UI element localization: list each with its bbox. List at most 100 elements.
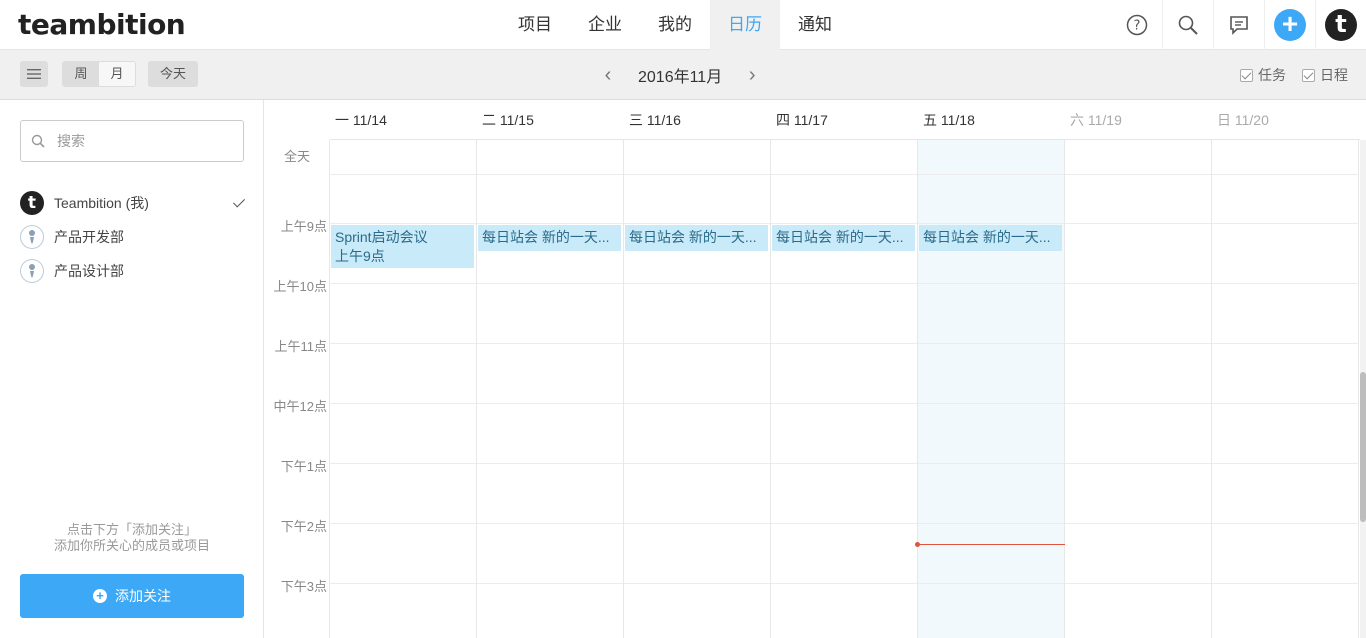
search-input[interactable] xyxy=(57,133,227,149)
event-title: Sprint启动会议 xyxy=(335,229,428,245)
search-button[interactable] xyxy=(1162,0,1213,50)
day-column-line xyxy=(329,140,330,638)
hour-label: 下午1点 xyxy=(280,459,327,474)
sidebar: t Teambition (我) 产品开发部 产品设计部 点击下方「添加关注」 … xyxy=(0,100,264,638)
plus-icon: + xyxy=(1274,9,1306,41)
follow-item-label: Teambition (我) xyxy=(54,195,149,211)
event-daily-standup[interactable]: 每日站会 新的一天... xyxy=(919,225,1062,251)
hour-line xyxy=(329,223,1359,224)
nav-item-calendar[interactable]: 日历 xyxy=(710,0,780,50)
calendar-scrollbar[interactable] xyxy=(1360,140,1366,638)
follow-hint: 点击下方「添加关注」 添加你所关心的成员或项目 xyxy=(0,522,264,554)
search-icon xyxy=(31,134,45,148)
hint-line-1: 点击下方「添加关注」 xyxy=(66,522,197,537)
menu-icon xyxy=(27,69,41,79)
schedule-filter-checkbox[interactable] xyxy=(1302,68,1315,82)
follow-list: t Teambition (我) 产品开发部 产品设计部 xyxy=(20,186,246,288)
day-column-line xyxy=(1211,140,1212,638)
allday-label: 全天 xyxy=(283,149,310,164)
hour-line xyxy=(329,583,1359,584)
event-time: 上午9点 xyxy=(335,248,385,264)
month-navigator: ‹ 2016年11月 › xyxy=(600,61,760,89)
day-header-row: 一 11/14 二 11/15 三 11/16 四 11/17 五 11/18 … xyxy=(330,100,1360,140)
avatar: t xyxy=(1325,9,1357,41)
week-view-button[interactable]: 周 xyxy=(63,62,99,86)
task-filter[interactable]: 任务 xyxy=(1240,65,1286,85)
hint-line-2: 添加你所关心的成员或项目 xyxy=(53,538,210,553)
top-icon-group: ? + t xyxy=(1111,0,1366,50)
follow-item-teambition[interactable]: t Teambition (我) xyxy=(20,186,246,220)
team-icon xyxy=(20,225,44,249)
day-header-today: 五 11/18 xyxy=(923,112,975,128)
schedule-filter-label: 日程 xyxy=(1320,67,1348,83)
prev-week-button[interactable]: ‹ xyxy=(600,64,616,87)
follow-item-design-dept[interactable]: 产品设计部 xyxy=(20,254,246,288)
create-button[interactable]: + xyxy=(1264,0,1315,50)
add-follow-button[interactable]: + 添加关注 xyxy=(20,574,244,618)
day-header: 三 11/16 xyxy=(629,112,681,128)
main-nav: 项目 企业 我的 日历 通知 xyxy=(500,0,850,50)
day-column-line xyxy=(917,140,918,638)
day-column-line xyxy=(623,140,624,638)
nav-item-enterprise[interactable]: 企业 xyxy=(570,0,640,50)
hour-label: 上午10点 xyxy=(273,279,327,294)
current-time-line xyxy=(918,544,1065,545)
chat-icon xyxy=(1230,16,1248,35)
day-header: 一 11/14 xyxy=(335,112,387,128)
follow-item-label: 产品设计部 xyxy=(54,263,124,279)
search-box xyxy=(20,120,244,162)
day-header: 四 11/17 xyxy=(776,112,828,128)
event-daily-standup[interactable]: 每日站会 新的一天... xyxy=(478,225,621,251)
help-button[interactable]: ? xyxy=(1111,0,1162,50)
hour-label: 上午11点 xyxy=(274,339,328,354)
hour-label: 中午12点 xyxy=(273,399,327,414)
nav-item-mine[interactable]: 我的 xyxy=(640,0,710,50)
follow-item-dev-dept[interactable]: 产品开发部 xyxy=(20,220,246,254)
follow-item-label: 产品开发部 xyxy=(54,229,124,245)
task-filter-checkbox[interactable] xyxy=(1240,68,1253,82)
hour-line xyxy=(329,523,1359,524)
help-icon: ? xyxy=(1126,14,1147,36)
teambition-avatar: t xyxy=(20,191,44,215)
hour-label: 下午2点 xyxy=(280,519,327,534)
top-navbar: teambition 项目 企业 我的 日历 通知 ? + t xyxy=(0,0,1366,50)
user-menu[interactable]: t xyxy=(1315,0,1366,50)
hour-line xyxy=(329,463,1359,464)
schedule-filter[interactable]: 日程 xyxy=(1302,65,1348,85)
chat-button[interactable] xyxy=(1213,0,1264,50)
calendar-grid[interactable]: Sprint启动会议 上午9点 每日站会 新的一天... 每日站会 新的一天..… xyxy=(329,140,1359,638)
hour-label: 下午3点 xyxy=(280,579,327,594)
month-view-button[interactable]: 月 xyxy=(99,62,135,86)
allday-divider xyxy=(329,174,1359,175)
today-column xyxy=(917,140,1064,638)
hour-line xyxy=(329,343,1359,344)
add-icon: + xyxy=(93,589,107,603)
task-filter-label: 任务 xyxy=(1258,67,1286,83)
hour-line xyxy=(329,283,1359,284)
nav-item-notifications[interactable]: 通知 xyxy=(780,0,850,50)
day-header-weekend: 六 11/19 xyxy=(1070,112,1122,128)
nav-item-projects[interactable]: 项目 xyxy=(500,0,570,50)
next-week-button[interactable]: › xyxy=(744,64,760,87)
day-column-line xyxy=(476,140,477,638)
check-icon xyxy=(232,195,246,208)
event-sprint-kickoff[interactable]: Sprint启动会议 上午9点 xyxy=(331,225,474,268)
day-column-line xyxy=(1358,140,1359,638)
day-column-line xyxy=(1064,140,1065,638)
add-follow-label: 添加关注 xyxy=(115,588,171,604)
sidebar-toggle-button[interactable] xyxy=(20,61,48,87)
hour-label: 上午9点 xyxy=(280,219,327,234)
day-header: 二 11/15 xyxy=(482,112,534,128)
team-icon xyxy=(20,259,44,283)
scrollbar-thumb[interactable] xyxy=(1360,372,1366,522)
app-logo[interactable]: teambition xyxy=(18,8,186,41)
day-header-weekend: 日 11/20 xyxy=(1217,112,1269,128)
event-daily-standup[interactable]: 每日站会 新的一天... xyxy=(625,225,768,251)
hour-line xyxy=(329,403,1359,404)
view-switcher: 周 月 xyxy=(62,61,136,87)
search-icon xyxy=(1178,15,1198,35)
month-title: 2016年11月 xyxy=(638,69,723,86)
event-daily-standup[interactable]: 每日站会 新的一天... xyxy=(772,225,915,251)
today-button[interactable]: 今天 xyxy=(148,61,198,87)
day-column-line xyxy=(770,140,771,638)
